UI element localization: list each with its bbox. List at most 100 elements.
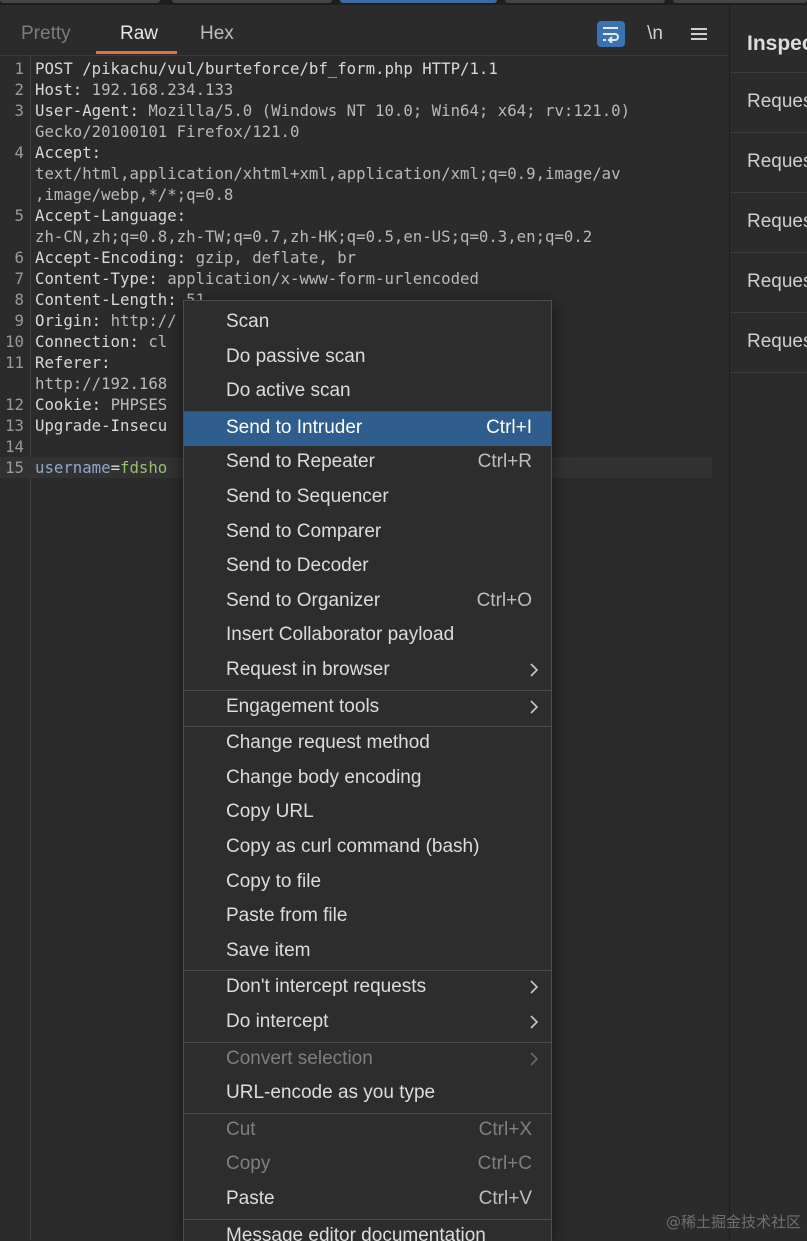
menu-item-shortcut: Ctrl+I (486, 416, 532, 438)
menu-item-label: Change body encoding (226, 766, 422, 788)
menu-item-label: Cut (226, 1118, 256, 1140)
menu-item-paste-from-file[interactable]: Paste from file (184, 900, 551, 934)
menu-item-paste[interactable]: Paste Ctrl+V (184, 1183, 551, 1217)
code-line[interactable]: 2 Host: 192.168.234.133 (0, 79, 728, 100)
menu-item-send-to-organizer[interactable]: Send to Organizer Ctrl+O (184, 585, 551, 619)
code-line[interactable]: 7 Content-Type: application/x-www-form-ur… (0, 268, 728, 289)
menu-item-engagement-tools[interactable]: Engagement tools (184, 691, 551, 725)
code-line[interactable]: 3 User-Agent: Mozilla/5.0 (Windows NT 10.… (0, 100, 728, 121)
hamburger-menu-icon (691, 28, 707, 40)
line-number: 12 (5, 395, 24, 414)
line-number: 13 (5, 416, 24, 435)
menu-item-copy-as-curl-command-bash[interactable]: Copy as curl command (bash) (184, 831, 551, 865)
menu-item-label: Copy as curl command (bash) (226, 836, 480, 857)
top-tab[interactable] (0, 0, 160, 3)
menu-item-label: Do passive scan (226, 345, 366, 367)
line-text: Origin: http:// (35, 311, 177, 330)
inspector-item[interactable]: Reques (730, 252, 807, 312)
line-text: User-Agent: Mozilla/5.0 (Windows NT 10.0… (35, 101, 640, 120)
code-line[interactable]: Gecko/20100101 Firefox/121.0 (0, 121, 728, 142)
top-tab[interactable] (172, 0, 332, 3)
menu-item-do-passive-scan[interactable]: Do passive scan (184, 341, 551, 375)
menu-item-label: Paste (226, 1188, 275, 1209)
inspector-panel: Inspec Reques Reques Reques Reques Reque… (729, 5, 807, 1240)
line-text: Referer: (35, 353, 111, 372)
code-line[interactable]: 1 POST /pikachu/vul/burteforce/bf_form.ph… (0, 58, 728, 79)
show-newlines-button[interactable]: \n (641, 21, 669, 47)
menu-item-url-encode-as-you-type[interactable]: URL-encode as you type (184, 1077, 551, 1111)
menu-item-convert-selection[interactable]: Convert selection (184, 1043, 551, 1077)
menu-item-label: Do active scan (226, 380, 351, 402)
menu-item-request-in-browser[interactable]: Request in browser (184, 654, 551, 688)
tab-raw[interactable]: Raw (120, 23, 158, 45)
menu-item-do-intercept[interactable]: Do intercept (184, 1006, 551, 1040)
menu-item-send-to-repeater[interactable]: Send to Repeater Ctrl+R (184, 446, 551, 480)
menu-item-label: Send to Organizer (226, 589, 381, 611)
top-tab-active[interactable] (340, 0, 497, 3)
menu-item-send-to-decoder[interactable]: Send to Decoder (184, 550, 551, 584)
chevron-right-icon (530, 1015, 539, 1029)
inspector-item[interactable]: Reques (730, 72, 807, 132)
top-tab[interactable] (505, 0, 665, 3)
chevron-right-icon (530, 700, 539, 714)
editor-menu-button[interactable] (685, 21, 713, 47)
code-line[interactable]: text/html,application/xhtml+xml,applicat… (0, 163, 728, 184)
menu-item-don-t-intercept-requests[interactable]: Don't intercept requests (184, 971, 551, 1005)
inspector-item[interactable]: Reques (730, 132, 807, 192)
tab-hex[interactable]: Hex (200, 23, 234, 45)
menu-item-change-body-encoding[interactable]: Change body encoding (184, 762, 551, 796)
menu-item-shortcut: Ctrl+R (477, 451, 532, 473)
line-number: 9 (14, 311, 24, 330)
menu-item-send-to-intruder[interactable]: Send to Intruder Ctrl+I (184, 411, 551, 446)
menu-item-copy[interactable]: Copy Ctrl+C (184, 1148, 551, 1182)
menu-item-do-active-scan[interactable]: Do active scan (184, 375, 551, 409)
line-text: Accept-Language: (35, 206, 187, 225)
chevron-right-icon (530, 980, 539, 994)
line-text: Gecko/20100101 Firefox/121.0 (35, 122, 300, 141)
menu-item-copy-to-file[interactable]: Copy to file (184, 866, 551, 900)
menu-item-change-request-method[interactable]: Change request method (184, 727, 551, 761)
line-number: 6 (14, 248, 24, 267)
menu-item-label: Send to Repeater (226, 451, 375, 473)
code-line[interactable]: 5 Accept-Language: (0, 205, 728, 226)
chevron-right-icon (530, 1052, 539, 1066)
menu-item-label: Send to Sequencer (226, 486, 389, 507)
code-line[interactable]: 4 Accept: (0, 142, 728, 163)
line-text: Connection: cl (35, 332, 168, 351)
menu-item-shortcut: Ctrl+C (477, 1153, 532, 1175)
inspector-item[interactable]: Reques (730, 312, 807, 373)
menu-item-send-to-comparer[interactable]: Send to Comparer (184, 516, 551, 550)
menu-item-label: Send to Decoder (226, 555, 369, 577)
line-text: Accept-Encoding: gzip, deflate, br (35, 248, 357, 267)
menu-item-label: Engagement tools (226, 695, 380, 717)
wrap-lines-icon (603, 27, 619, 43)
editor-view-tabs: Pretty Raw Hex \n (0, 5, 728, 56)
wrap-lines-button[interactable] (597, 21, 625, 47)
menu-item-cut[interactable]: Cut Ctrl+X (184, 1114, 551, 1148)
line-text: Cookie: PHPSES (35, 395, 168, 414)
line-text: POST /pikachu/vul/burteforce/bf_form.php… (35, 59, 498, 78)
inspector-item[interactable]: Reques (730, 192, 807, 252)
menu-item-label: Copy (226, 1153, 271, 1175)
menu-item-label: Change request method (226, 732, 430, 754)
menu-item-save-item[interactable]: Save item (184, 935, 551, 969)
code-line[interactable]: zh-CN,zh;q=0.8,zh-TW;q=0.7,zh-HK;q=0.5,e… (0, 226, 728, 247)
line-number: 5 (14, 206, 24, 225)
menu-item-message-editor-documentation[interactable]: Message editor documentation (184, 1220, 551, 1241)
menu-item-send-to-sequencer[interactable]: Send to Sequencer (184, 481, 551, 515)
line-number: 8 (14, 290, 24, 309)
code-line[interactable]: 6 Accept-Encoding: gzip, deflate, br (0, 247, 728, 268)
menu-item-scan[interactable]: Scan (184, 306, 551, 340)
chevron-right-icon (530, 663, 539, 677)
menu-item-label: Copy URL (226, 801, 314, 823)
menu-item-insert-collaborator-payload[interactable]: Insert Collaborator payload (184, 619, 551, 653)
menu-item-shortcut: Ctrl+X (478, 1118, 532, 1140)
menu-item-label: Copy to file (226, 870, 322, 892)
menu-item-label: Insert Collaborator payload (226, 624, 455, 646)
menu-item-copy-url[interactable]: Copy URL (184, 796, 551, 830)
top-tab[interactable] (673, 0, 807, 3)
line-text: ,image/webp,*/*;q=0.8 (35, 185, 234, 204)
code-line[interactable]: ,image/webp,*/*;q=0.8 (0, 184, 728, 205)
tab-pretty[interactable]: Pretty (21, 23, 71, 45)
line-number: 2 (14, 80, 24, 99)
